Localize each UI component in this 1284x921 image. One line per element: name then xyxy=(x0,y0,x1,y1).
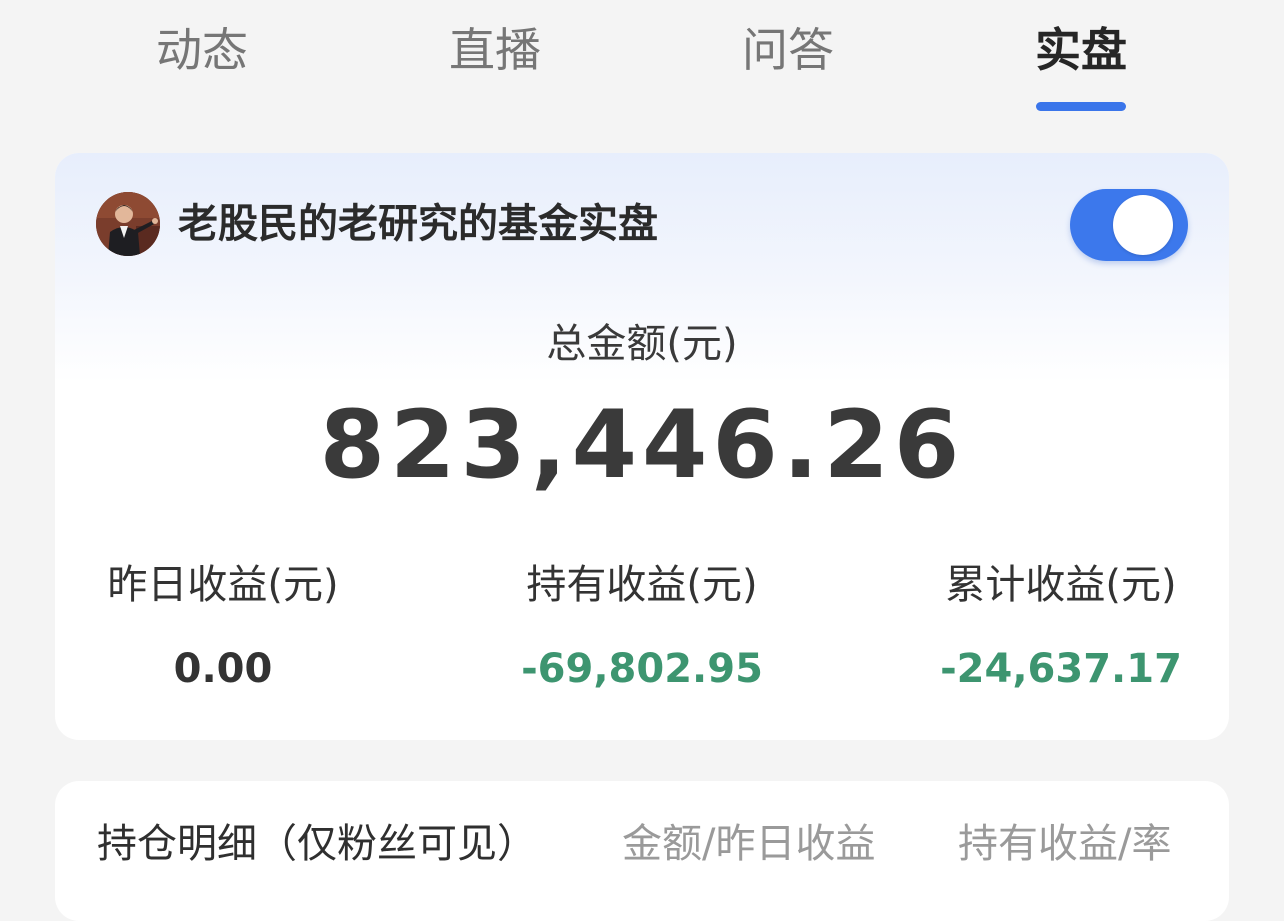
stat-value: -24,637.17 xyxy=(940,646,1182,692)
tab-dynamics[interactable]: 动态 xyxy=(102,18,302,82)
holdings-column-profit[interactable]: 持有收益/率 xyxy=(958,815,1171,873)
tab-real-portfolio[interactable]: 实盘 xyxy=(981,18,1181,82)
holdings-card: 持仓明细（仅粉丝可见） 金额/昨日收益 持有收益/率 xyxy=(55,781,1229,921)
stat-label: 昨日收益(元) xyxy=(107,562,339,608)
toggle-knob xyxy=(1113,195,1173,255)
portfolio-summary-card: 老股民的老研究的基金实盘 总金额(元) 823,446.26 昨日收益(元) 0… xyxy=(55,153,1229,740)
tab-live[interactable]: 直播 xyxy=(395,18,595,82)
total-amount-label: 总金额(元) xyxy=(546,321,738,367)
stat-yesterday-profit: 昨日收益(元) 0.00 xyxy=(73,556,373,696)
avatar-image xyxy=(96,192,160,256)
avatar[interactable] xyxy=(96,192,160,256)
stat-label: 累计收益(元) xyxy=(945,562,1177,608)
stat-value: -69,802.95 xyxy=(521,646,763,692)
holdings-title: 持仓明细（仅粉丝可见） xyxy=(97,821,537,867)
stat-label: 持有收益(元) xyxy=(526,562,758,608)
tab-qa[interactable]: 问答 xyxy=(688,18,888,82)
stat-cumulative-profit: 累计收益(元) -24,637.17 xyxy=(911,556,1211,696)
total-amount-value: 823,446.26 xyxy=(319,391,965,500)
holdings-column-amount[interactable]: 金额/昨日收益 xyxy=(622,815,875,873)
tab-bar: 动态 直播 问答 实盘 xyxy=(0,0,1284,130)
stat-value: 0.00 xyxy=(173,646,273,692)
stat-holding-profit: 持有收益(元) -69,802.95 xyxy=(492,556,792,696)
portfolio-name: 老股民的老研究的基金实盘 xyxy=(178,201,658,247)
active-tab-indicator xyxy=(1036,102,1126,111)
portfolio-visibility-toggle[interactable] xyxy=(1070,189,1188,261)
